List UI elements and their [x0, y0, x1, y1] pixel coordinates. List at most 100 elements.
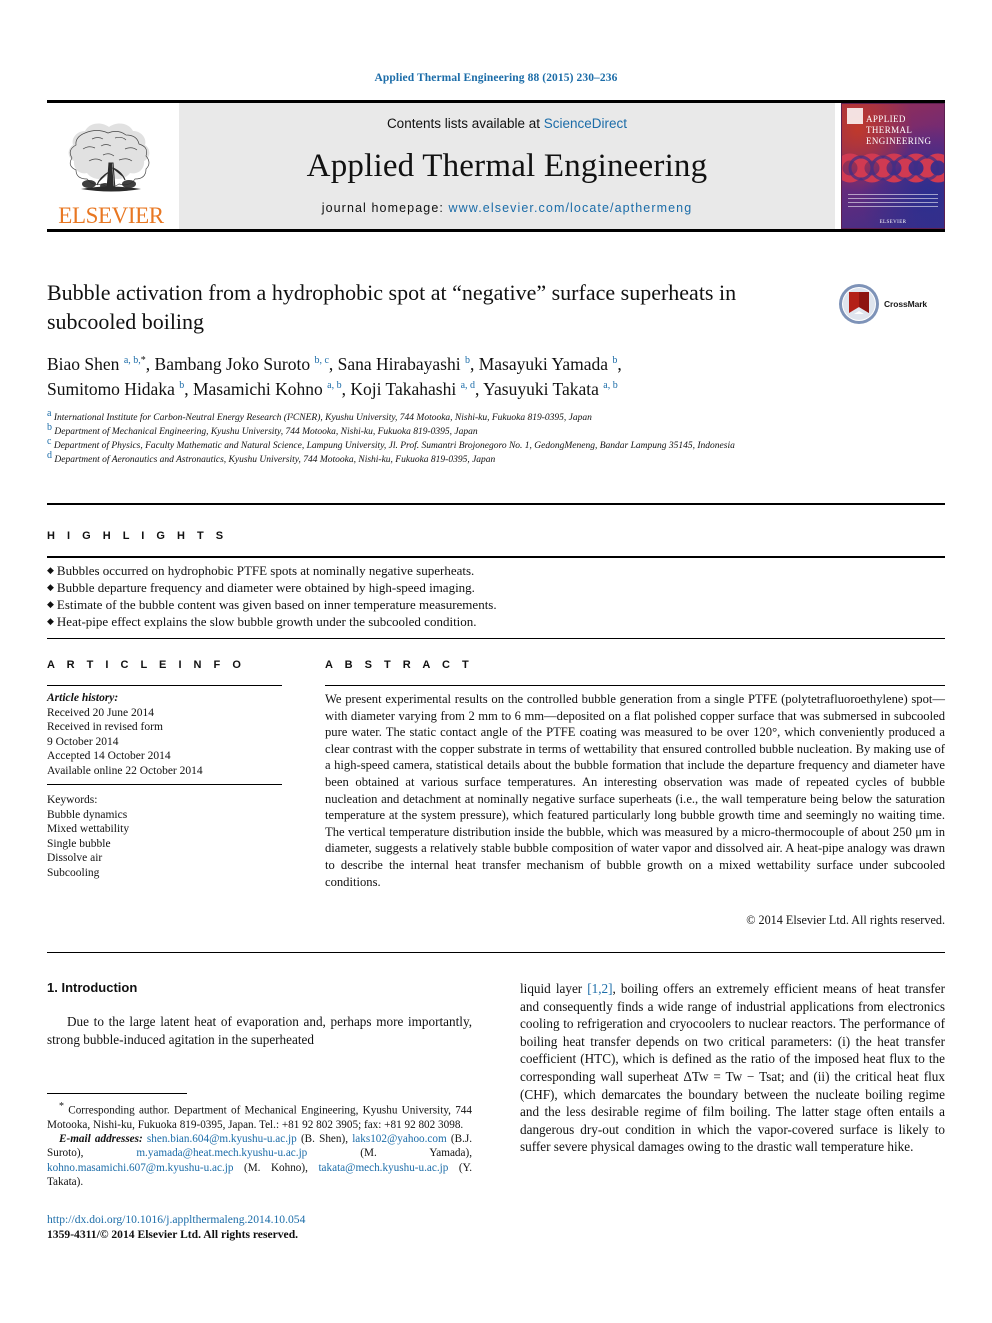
aff-mark: a, b: [327, 380, 342, 392]
elsevier-logo: ELSEVIER: [47, 103, 175, 229]
affiliation-mark: d: [47, 449, 52, 461]
list-item: ◆ Heat-pipe effect explains the slow bubb…: [47, 613, 927, 630]
homepage-prefix: journal homepage:: [321, 201, 449, 215]
author-line-2: Sumitomo Hidaka b, Masamichi Kohno a, b,…: [47, 379, 618, 399]
article-history-block: Article history: Received 20 June 2014 R…: [47, 691, 297, 778]
journal-cover-thumbnail[interactable]: Applied Thermal Engineering: [841, 103, 945, 229]
affiliation-text: Department of Physics, Faculty Mathemati…: [53, 441, 735, 451]
email-link[interactable]: takata@mech.kyushu-u.ac.jp: [318, 1162, 448, 1174]
elsevier-tree-icon: [68, 123, 150, 192]
history-item: Received 20 June 2014: [47, 706, 154, 719]
elsevier-wordmark: ELSEVIER: [58, 203, 164, 228]
journal-title: Applied Thermal Engineering: [306, 147, 708, 184]
aff-mark: b, c: [314, 355, 329, 367]
email-link[interactable]: laks102@yahoo.com: [352, 1133, 447, 1145]
citation-link[interactable]: [1,2]: [587, 981, 612, 996]
abstract-heading: A B S T R A C T: [325, 659, 474, 671]
keywords-block: Keywords: Bubble dynamics Mixed wettabil…: [47, 793, 297, 880]
doi-link[interactable]: http://dx.doi.org/10.1016/j.applthermale…: [47, 1212, 472, 1227]
affiliation-mark: a: [47, 407, 52, 419]
body-column-left: 1. Introduction Due to the large latent …: [47, 980, 472, 1048]
email-owner: (M. Yamada): [360, 1147, 470, 1160]
body-column-right: liquid layer [1,2], boiling offers an ex…: [520, 980, 945, 1156]
abstract-copyright: © 2014 Elsevier Ltd. All rights reserved…: [746, 913, 945, 927]
bullet-icon: ◆: [47, 582, 54, 592]
email-link[interactable]: kohno.masamichi.607@m.kyushu-u.ac.jp: [47, 1162, 233, 1174]
section-heading-introduction: 1. Introduction: [47, 980, 138, 995]
journal-masthead: ELSEVIER Contents lists available at Sci…: [47, 100, 945, 232]
homepage-line: journal homepage: www.elsevier.com/locat…: [322, 201, 693, 215]
keyword-item: Bubble dynamics: [47, 808, 128, 821]
author-line-1: Biao Shen a, b,*, Bambang Joko Suroto b,…: [47, 354, 622, 374]
aff-mark: a, d: [460, 380, 476, 392]
highlight-text: Estimate of the bubble content was given…: [56, 597, 497, 612]
email-link[interactable]: m.yamada@heat.mech.kyushu-u.ac.jp: [136, 1147, 307, 1159]
paragraph: liquid layer [1,2], boiling offers an ex…: [520, 980, 945, 1156]
bullet-icon: ◆: [47, 599, 54, 609]
history-item: Available online 22 October 2014: [47, 764, 203, 777]
footnote-rule: [47, 1093, 187, 1094]
aff-mark: b: [179, 380, 185, 392]
list-item: ◆ Bubble departure frequency and diameter…: [47, 579, 927, 596]
running-head: Applied Thermal Engineering 88 (2015) 23…: [374, 72, 618, 84]
highlights-list: ◆ Bubbles occurred on hydrophobic PTFE sp…: [47, 562, 927, 630]
affiliation-text: Department of Mechanical Engineering, Ky…: [54, 427, 478, 437]
affiliation-item: d Department of Aeronautics and Astronau…: [47, 450, 877, 468]
homepage-url-link[interactable]: www.elsevier.com/locate/apthermeng: [449, 201, 693, 215]
crossmark-label: CrossMark: [884, 299, 928, 309]
author-list: Biao Shen a, b,*, Bambang Joko Suroto b,…: [47, 352, 847, 402]
cover-elsevier-mark: [847, 108, 863, 124]
keyword-item: Subcooling: [47, 866, 100, 879]
list-item: ◆ Estimate of the bubble content was give…: [47, 596, 927, 613]
email-addresses-note: E-mail addresses: shen.bian.604@m.kyushu…: [47, 1133, 473, 1188]
issn-copyright-line: 1359-4311/© 2014 Elsevier Ltd. All right…: [47, 1228, 299, 1241]
masthead-bottom-rule: [47, 229, 945, 232]
affiliation-text: Department of Aeronautics and Astronauti…: [54, 455, 496, 465]
aff-mark: b: [612, 355, 618, 367]
paragraph: Due to the large latent heat of evaporat…: [47, 1014, 472, 1047]
cover-publisher-mark: ELSEVIER: [879, 220, 907, 225]
keyword-item: Single bubble: [47, 837, 111, 850]
email-link[interactable]: shen.bian.604@m.kyushu-u.ac.jp: [147, 1133, 297, 1145]
corresponding-author-note: * Corresponding author. Department of Me…: [47, 1100, 472, 1132]
paragraph-text-post: , boiling offers an extremely efficient …: [520, 981, 945, 1155]
contents-line: Contents lists available at ScienceDirec…: [387, 116, 627, 131]
title-block: Bubble activation from a hydrophobic spo…: [47, 278, 827, 336]
email-label: E-mail addresses:: [59, 1133, 143, 1146]
affiliation-item: b Department of Mechanical Engineering, …: [47, 422, 877, 440]
article-history-label: Article history:: [47, 692, 119, 704]
email-owner: (B. Shen): [300, 1133, 346, 1146]
keyword-item: Mixed wettability: [47, 823, 130, 835]
abstract-underline: [325, 685, 945, 686]
list-item: ◆ Bubbles occurred on hydrophobic PTFE sp…: [47, 562, 927, 579]
corresponding-author-text: Corresponding author. Department of Mech…: [47, 1104, 472, 1131]
highlights-top-rule: [47, 503, 945, 505]
article-first-page: Applied Thermal Engineering 88 (2015) 23…: [0, 0, 992, 1323]
sciencedirect-link[interactable]: ScienceDirect: [544, 116, 627, 131]
article-info-top-rule: [47, 638, 945, 640]
asterisk-icon: *: [59, 1101, 64, 1112]
aff-mark: a, b,: [123, 355, 141, 367]
affiliation-item: c Department of Physics, Faculty Mathema…: [47, 436, 877, 454]
bullet-icon: ◆: [47, 616, 54, 626]
affiliation-mark: b: [47, 421, 52, 433]
cover-title: Applied Thermal Engineering: [866, 114, 931, 147]
footnotes-block: * Corresponding author. Department of Me…: [47, 1100, 472, 1189]
affiliation-text: International Institute for Carbon-Neutr…: [53, 413, 592, 423]
affiliations-list: a International Institute for Carbon-Neu…: [47, 408, 877, 468]
email-owner: (M. Kohno): [243, 1161, 306, 1174]
contents-prefix: Contents lists available at: [386, 116, 544, 131]
crossmark-badge[interactable]: CrossMark: [838, 281, 946, 327]
keywords-label: Keywords:: [47, 794, 98, 806]
cover-rings-graphic: [842, 153, 944, 183]
article-info-heading: A R T I C L E I N F O: [47, 659, 246, 671]
aff-mark: a, b: [603, 380, 618, 392]
crossmark-icon: [839, 284, 879, 324]
corresponding-mark: *: [140, 355, 146, 367]
highlight-text: Bubble departure frequency and diameter …: [56, 580, 475, 595]
keywords-top-rule: [47, 784, 282, 785]
cover-title-line-2: Thermal: [866, 125, 913, 135]
abstract-text: We present experimental results on the c…: [325, 692, 945, 889]
cover-title-line-1: Applied: [866, 114, 906, 124]
paragraph-text-pre: liquid layer: [520, 981, 588, 996]
